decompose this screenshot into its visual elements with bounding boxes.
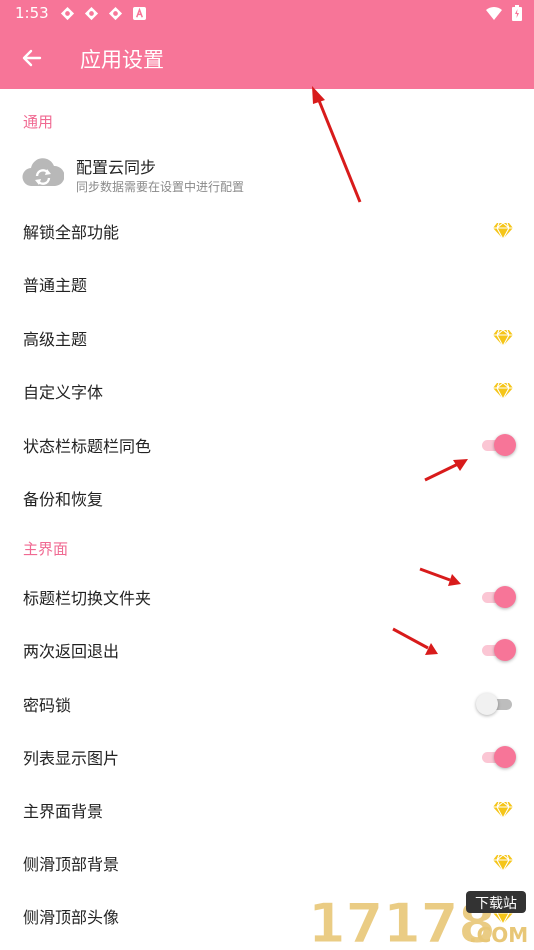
- setting-label: 解锁全部功能: [23, 223, 120, 242]
- cloud-sync-subtitle: 同步数据需要在设置中进行配置: [76, 180, 245, 194]
- setting-label: 高级主题: [23, 330, 88, 349]
- premium-diamond-icon: [493, 222, 513, 240]
- setting-label: 两次返回退出: [23, 642, 120, 661]
- status-right-icons: [485, 5, 522, 25]
- setting-custom-font[interactable]: 自定义字体: [0, 365, 534, 417]
- section-header-general: 通用: [23, 113, 54, 131]
- notification-app-icon: [60, 6, 75, 21]
- page-title: 应用设置: [80, 48, 164, 72]
- back-arrow-icon[interactable]: [20, 46, 44, 70]
- app-bar: 1:53 应用设置: [0, 0, 534, 89]
- premium-diamond-icon: [493, 382, 513, 400]
- cloud-sync-row[interactable]: 配置云同步 同步数据需要在设置中进行配置: [0, 146, 534, 204]
- setting-main-background[interactable]: 主界面背景: [0, 784, 534, 836]
- site-watermark-logo: 17178 下载站 .COM: [308, 891, 528, 948]
- status-bar: 1:53: [0, 0, 534, 26]
- wifi-icon: [485, 6, 502, 20]
- premium-diamond-icon: [493, 329, 513, 347]
- notification-app-icon: [84, 6, 99, 21]
- watermark-badge: 下载站: [475, 896, 517, 912]
- setting-label: 主界面背景: [23, 802, 104, 821]
- setting-label: 自定义字体: [23, 383, 104, 402]
- premium-diamond-icon: [493, 801, 513, 819]
- setting-double-back-exit[interactable]: 两次返回退出: [0, 624, 534, 676]
- notification-app-icon: [108, 6, 123, 21]
- setting-drawer-top-background[interactable]: 侧滑顶部背景: [0, 837, 534, 889]
- setting-password-lock[interactable]: 密码锁: [0, 678, 534, 730]
- setting-list-show-images[interactable]: 列表显示图片: [0, 731, 534, 783]
- toggle-switch[interactable]: [476, 432, 516, 458]
- setting-label: 侧滑顶部头像: [23, 908, 120, 927]
- cloud-sync-icon: [22, 158, 64, 187]
- battery-icon: [512, 5, 522, 21]
- setting-label: 侧滑顶部背景: [23, 855, 120, 874]
- setting-label: 备份和恢复: [23, 490, 104, 509]
- setting-label: 标题栏切换文件夹: [23, 589, 152, 608]
- notification-a-icon: [133, 7, 146, 20]
- setting-titlebar-switch-folder[interactable]: 标题栏切换文件夹: [0, 571, 534, 623]
- cloud-sync-title: 配置云同步: [76, 158, 157, 177]
- setting-normal-theme[interactable]: 普通主题: [0, 258, 534, 310]
- toggle-switch[interactable]: [476, 691, 516, 717]
- setting-statusbar-same-color[interactable]: 状态栏标题栏同色: [0, 419, 534, 471]
- setting-backup-restore[interactable]: 备份和恢复: [0, 472, 534, 524]
- toggle-switch[interactable]: [476, 584, 516, 610]
- premium-diamond-icon: [493, 854, 513, 872]
- watermark-domain: .COM: [469, 923, 528, 947]
- setting-label: 密码锁: [23, 696, 72, 715]
- setting-unlock-all[interactable]: 解锁全部功能: [0, 205, 534, 257]
- setting-advanced-theme[interactable]: 高级主题: [0, 312, 534, 364]
- section-header-main-screen: 主界面: [23, 540, 69, 558]
- setting-label: 普通主题: [23, 276, 88, 295]
- setting-label: 状态栏标题栏同色: [23, 437, 152, 456]
- toggle-switch[interactable]: [476, 637, 516, 663]
- status-time: 1:53: [15, 4, 49, 22]
- setting-label: 列表显示图片: [23, 749, 120, 768]
- toggle-switch[interactable]: [476, 744, 516, 770]
